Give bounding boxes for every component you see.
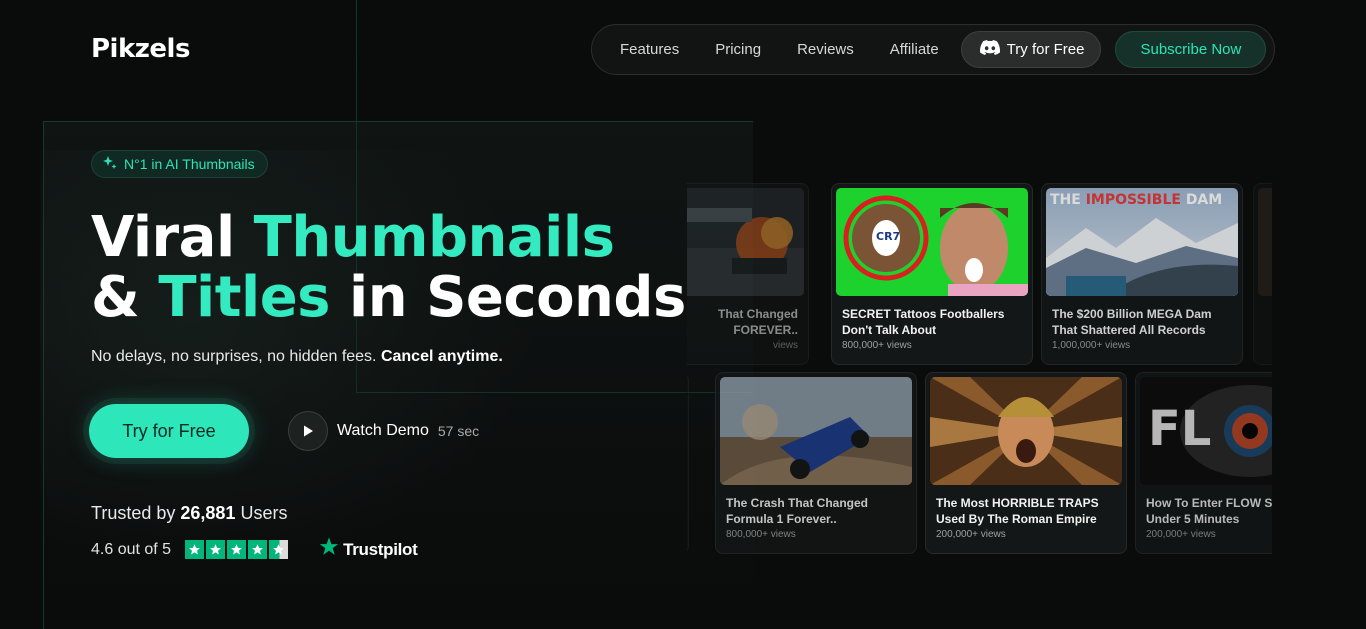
thumbnail-card[interactable]: The Crash That Changed Formula 1 Forever…: [715, 372, 917, 554]
thumbnail-title: That Changed FOREVER..: [718, 307, 798, 337]
thumbnail-views: 1,000,000+ views: [1052, 340, 1131, 351]
sparkle-icon: [102, 155, 118, 174]
thumbnail-card[interactable]: [687, 372, 689, 554]
star-icon: [185, 540, 205, 559]
thumbnail-card[interactable]: The Most HORRIBLE TRAPS Used By The Roma…: [925, 372, 1127, 554]
thumbnail-image: FL: [1140, 377, 1272, 485]
thumbnail-image: [930, 377, 1122, 485]
thumbnail-title: The Crash That Changed Formula 1 Forever…: [726, 496, 869, 526]
try-for-free-button[interactable]: Try for Free: [89, 404, 249, 458]
hero-subline: No delays, no surprises, no hidden fees.…: [91, 348, 503, 366]
thumbnail-overlay-text: FL: [1148, 401, 1212, 457]
thumbnail-showcase: That Changed FOREVER.. views CR7 SECRET …: [687, 180, 1272, 560]
star-icon: [206, 540, 226, 559]
thumbnail-image: [1258, 188, 1272, 296]
nav-link-features[interactable]: Features: [602, 31, 697, 68]
thumbnail-image: [687, 188, 804, 296]
trusted-suffix: Users: [240, 503, 288, 523]
watch-demo-label: Watch Demo: [337, 422, 429, 439]
trusted-by-text: Trusted by 26,881 Users: [91, 503, 287, 524]
user-count: 26,881: [180, 503, 236, 523]
thumbnail-card[interactable]: That Changed FOREVER.. views: [687, 183, 809, 365]
hero-headline: Viral Thumbnails & Titles in Seconds: [91, 208, 711, 328]
watch-demo-button[interactable]: Watch Demo 57 sec: [288, 411, 479, 451]
thumbnail-card[interactable]: [1253, 183, 1272, 365]
half-star-icon: [269, 540, 289, 559]
nav-link-affiliate[interactable]: Affiliate: [872, 31, 957, 68]
thumbnail-title: How To Enter FLOW ST Under 5 Minutes: [1146, 496, 1272, 526]
nav-link-pricing[interactable]: Pricing: [697, 31, 779, 68]
headline-ampersand: &: [91, 265, 140, 330]
discord-try-label: Try for Free: [1006, 41, 1085, 58]
rating-text: 4.6 out of 5: [91, 540, 172, 558]
thumbnail-views: views: [772, 340, 798, 351]
hero-badge: N°1 in AI Thumbnails: [91, 150, 268, 178]
thumbnail-card[interactable]: FL How To Enter FLOW ST Under 5 Minutes …: [1135, 372, 1272, 554]
subline-text: No delays, no surprises, no hidden fees.: [91, 348, 377, 365]
hero-badge-label: N°1 in AI Thumbnails: [124, 156, 255, 172]
subscribe-button[interactable]: Subscribe Now: [1115, 31, 1267, 68]
top-navigation: Features Pricing Reviews Affiliate Try f…: [591, 24, 1275, 75]
play-icon: [288, 411, 328, 451]
thumbnail-title: The Most HORRIBLE TRAPS Used By The Roma…: [936, 496, 1099, 526]
nav-link-reviews[interactable]: Reviews: [779, 31, 872, 68]
discord-try-button[interactable]: Try for Free: [960, 31, 1102, 68]
headline-word-viral: Viral: [91, 205, 235, 270]
star-icon: [248, 540, 268, 559]
trusted-prefix: Trusted by: [91, 503, 176, 523]
demo-duration: 57 sec: [437, 423, 480, 439]
trustpilot-stars: [185, 540, 289, 559]
subline-cancel-text: Cancel anytime.: [380, 348, 503, 365]
thumbnail-overlay-text: CR7: [876, 230, 901, 243]
thumbnail-card[interactable]: CR7 SECRET Tattoos Footballers Don't Tal…: [831, 183, 1033, 365]
trustpilot-star-icon: [318, 536, 340, 563]
thumbnail-image: [720, 377, 912, 485]
rating-row: 4.6 out of 5 Trustpilot: [91, 536, 418, 563]
star-icon: [227, 540, 247, 559]
thumbnail-views: 200,000+ views: [936, 529, 1006, 540]
brand-logo[interactable]: Pikzels: [91, 34, 190, 64]
headline-word-seconds: in Seconds: [349, 265, 686, 330]
thumbnail-title: SECRET Tattoos Footballers Don't Talk Ab…: [842, 307, 1005, 337]
thumbnail-card[interactable]: THE IMPOSSIBLE DAM The $200 Billion MEGA…: [1041, 183, 1243, 365]
trustpilot-logo[interactable]: Trustpilot: [318, 536, 418, 563]
discord-icon: [979, 40, 1000, 59]
thumbnail-image: THE IMPOSSIBLE DAM: [1046, 188, 1238, 296]
headline-word-titles: Titles: [158, 265, 331, 330]
thumbnail-views: 200,000+ views: [1146, 529, 1216, 540]
headline-word-thumbnails: Thumbnails: [253, 205, 615, 270]
thumbnail-views: 800,000+ views: [726, 529, 796, 540]
thumbnail-image: CR7: [836, 188, 1028, 296]
thumbnail-views: 800,000+ views: [842, 340, 912, 351]
thumbnail-overlay-text: THE IMPOSSIBLE DAM: [1050, 192, 1223, 208]
trustpilot-label: Trustpilot: [343, 539, 418, 559]
decor-line-vertical: [356, 0, 357, 392]
thumbnail-title: The $200 Billion MEGA Dam That Shattered…: [1052, 307, 1212, 337]
